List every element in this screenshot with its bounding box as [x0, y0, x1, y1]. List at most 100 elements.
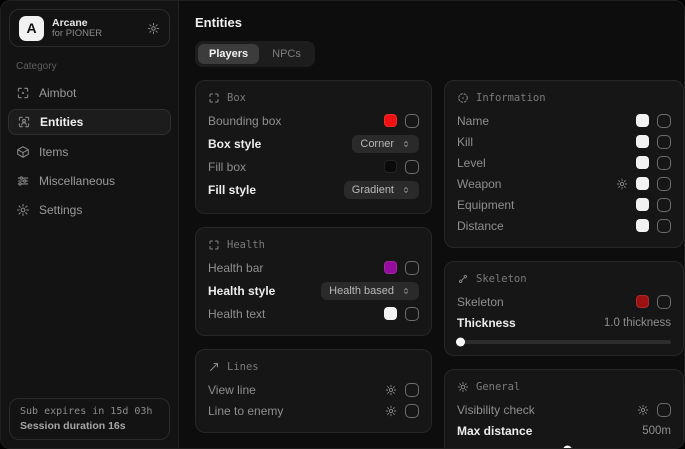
- setting-row-weapon: Weapon: [457, 173, 671, 194]
- panel-title: Health: [227, 239, 265, 251]
- tab-players[interactable]: Players: [198, 44, 259, 64]
- checkbox[interactable]: [657, 177, 671, 191]
- setting-row-health-bar: Health bar: [208, 257, 419, 278]
- panel-title: Skeleton: [476, 273, 527, 285]
- tab-group: Players NPCs: [195, 41, 315, 67]
- thickness-value: 1.0 thickness: [604, 317, 671, 329]
- page-title: Entities: [195, 15, 684, 30]
- entity-scan-icon: [17, 115, 31, 129]
- health-style-dropdown[interactable]: Health based: [321, 282, 419, 300]
- checkbox[interactable]: [657, 219, 671, 233]
- color-swatch[interactable]: [636, 295, 649, 308]
- max-distance-value: 500m: [642, 425, 671, 437]
- setting-row-fill-box: Fill box: [208, 156, 419, 177]
- checkbox[interactable]: [405, 114, 419, 128]
- color-swatch[interactable]: [384, 261, 397, 274]
- sidebar-item-miscellaneous[interactable]: Miscellaneous: [1, 167, 178, 194]
- checkbox[interactable]: [405, 160, 419, 174]
- brand-subtitle: for PIONER: [52, 29, 139, 40]
- sliders-icon: [16, 174, 30, 188]
- setting-row-health-text: Health text: [208, 303, 419, 324]
- dropdown-icon: [401, 185, 411, 195]
- sidebar-item-label: Items: [39, 145, 68, 159]
- main-area: Entities Players NPCs Box Bounding box: [179, 1, 685, 448]
- sidebar-item-label: Aimbot: [39, 86, 76, 100]
- crosshair-icon: [16, 86, 30, 100]
- setting-row-box-style: Box style Corner: [208, 131, 419, 156]
- panel-skeleton: Skeleton Skeleton Thickness 1.0 thicknes…: [444, 261, 684, 356]
- color-swatch[interactable]: [384, 114, 397, 127]
- setting-row-distance: Distance: [457, 215, 671, 236]
- panel-title: Lines: [227, 361, 259, 373]
- checkbox[interactable]: [657, 198, 671, 212]
- gear-icon[interactable]: [147, 22, 160, 35]
- setting-row-skeleton: Skeleton: [457, 291, 671, 312]
- color-swatch[interactable]: [636, 198, 649, 211]
- setting-row-name: Name: [457, 110, 671, 131]
- gear-icon: [16, 203, 30, 217]
- color-swatch[interactable]: [636, 135, 649, 148]
- tab-npcs[interactable]: NPCs: [261, 44, 312, 64]
- checkbox[interactable]: [657, 156, 671, 170]
- sidebar-item-aimbot[interactable]: Aimbot: [1, 79, 178, 106]
- brand-name: Arcane: [52, 17, 139, 29]
- setting-row-bounding-box: Bounding box: [208, 110, 419, 131]
- checkbox[interactable]: [405, 261, 419, 275]
- sub-expiry-text: Sub expires in 15d 03h: [20, 406, 159, 417]
- panel-box: Box Bounding box Box style Corner: [195, 80, 432, 214]
- sidebar: A Arcane for PIONER Category Aimbot: [1, 1, 179, 448]
- sidebar-item-entities[interactable]: Entities: [8, 109, 171, 135]
- checkbox[interactable]: [657, 295, 671, 309]
- checkbox[interactable]: [657, 135, 671, 149]
- color-swatch[interactable]: [636, 156, 649, 169]
- setting-row-thickness: Thickness 1.0 thickness: [457, 312, 671, 333]
- slider-thumb[interactable]: [456, 338, 465, 347]
- box-style-dropdown[interactable]: Corner: [352, 135, 419, 153]
- dropdown-icon: [401, 139, 411, 149]
- scan-brackets-icon: [208, 92, 220, 104]
- color-swatch[interactable]: [636, 114, 649, 127]
- cube-icon: [16, 145, 30, 159]
- setting-row-line-to-enemy: Line to enemy: [208, 400, 419, 421]
- fill-style-dropdown[interactable]: Gradient: [344, 181, 419, 199]
- category-label: Category: [16, 61, 178, 72]
- gear-icon[interactable]: [385, 384, 397, 396]
- setting-row-view-line: View line: [208, 379, 419, 400]
- gear-icon[interactable]: [637, 404, 649, 416]
- panel-title: General: [476, 381, 520, 393]
- sidebar-item-settings[interactable]: Settings: [1, 196, 178, 223]
- sun-icon: [457, 381, 469, 393]
- checkbox[interactable]: [657, 403, 671, 417]
- thickness-slider[interactable]: [457, 340, 671, 344]
- checkbox[interactable]: [405, 383, 419, 397]
- subscription-card: Sub expires in 15d 03h Session duration …: [9, 398, 170, 440]
- brand-card: A Arcane for PIONER: [9, 9, 170, 47]
- checkbox[interactable]: [657, 114, 671, 128]
- checkbox[interactable]: [405, 307, 419, 321]
- scan-brackets-icon: [208, 239, 220, 251]
- bone-icon: [457, 273, 469, 285]
- gear-icon[interactable]: [385, 405, 397, 417]
- color-swatch[interactable]: [384, 160, 397, 173]
- panel-information: Information Name Kill: [444, 80, 684, 248]
- dropdown-icon: [401, 286, 411, 296]
- sidebar-nav: Aimbot Entities Items Miscellaneous: [1, 78, 178, 224]
- color-swatch[interactable]: [384, 307, 397, 320]
- color-swatch[interactable]: [636, 219, 649, 232]
- color-swatch[interactable]: [636, 177, 649, 190]
- diagonal-line-icon: [208, 361, 220, 373]
- sidebar-item-items[interactable]: Items: [1, 138, 178, 165]
- slider-thumb[interactable]: [563, 446, 572, 449]
- panel-general: General Visibility check Max distance: [444, 369, 684, 449]
- checkbox[interactable]: [405, 404, 419, 418]
- gear-icon[interactable]: [616, 178, 628, 190]
- brand-logo: A: [19, 16, 44, 41]
- panel-title: Information: [476, 92, 546, 104]
- sidebar-item-label: Settings: [39, 203, 82, 217]
- dashed-circle-icon: [457, 92, 469, 104]
- panel-lines: Lines View line Line to enemy: [195, 349, 432, 433]
- sidebar-item-label: Entities: [40, 115, 83, 129]
- setting-row-level: Level: [457, 152, 671, 173]
- panel-health: Health Health bar Health style Health ba…: [195, 227, 432, 336]
- session-duration-text: Session duration 16s: [20, 420, 159, 432]
